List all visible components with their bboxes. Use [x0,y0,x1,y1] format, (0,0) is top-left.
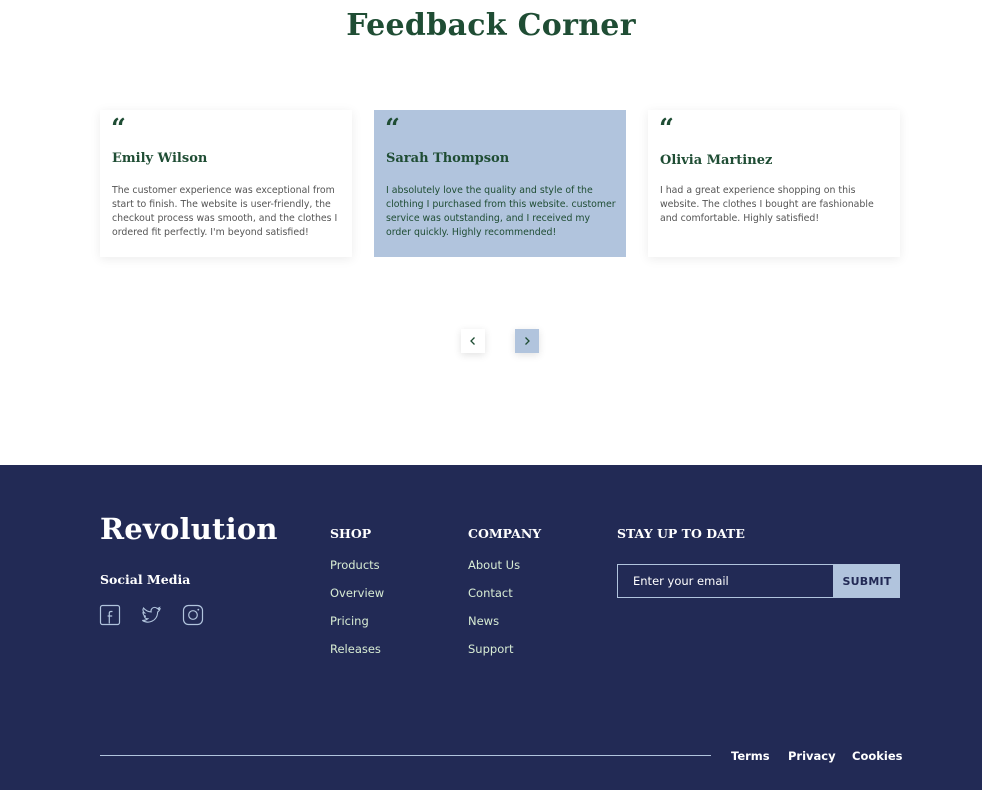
quote-icon: “ [111,114,126,144]
carousel-next-button[interactable] [515,329,539,353]
cookies-link[interactable]: Cookies [852,749,902,763]
quote-icon: “ [659,114,674,144]
quote-icon: “ [385,114,400,144]
social-media-heading: Social Media [100,572,191,587]
testimonial-card[interactable]: “ Emily Wilson The customer experience w… [100,110,352,257]
chevron-left-icon [470,337,475,345]
terms-link[interactable]: Terms [731,749,770,763]
footer-link-news[interactable]: News [468,614,499,628]
footer-link-overview[interactable]: Overview [330,586,384,600]
footer-link-releases[interactable]: Releases [330,642,381,656]
submit-button[interactable]: SUBMIT [834,564,900,598]
review-text: I absolutely love the quality and style … [386,185,616,238]
testimonial-card-active[interactable]: “ Sarah Thompson I absolutely love the q… [374,110,626,257]
section-title: Feedback Corner [346,8,636,43]
footer-link-about-us[interactable]: About Us [468,558,520,572]
brand-logo[interactable]: Revolution [100,512,278,546]
footer-link-support[interactable]: Support [468,642,513,656]
footer-link-contact[interactable]: Contact [468,586,513,600]
shop-heading: SHOP [330,526,372,541]
newsletter-heading: STAY UP TO DATE [617,526,745,541]
twitter-icon[interactable] [140,604,162,626]
privacy-link[interactable]: Privacy [788,749,836,763]
chevron-right-icon [525,337,530,345]
reviewer-name: Sarah Thompson [386,151,510,166]
footer-divider [100,755,711,756]
footer-link-pricing[interactable]: Pricing [330,614,369,628]
instagram-icon[interactable] [182,604,204,626]
review-text: The customer experience was exceptional … [112,185,338,238]
site-footer: Revolution Social Media SHOP Products Ov… [0,465,982,790]
facebook-icon[interactable] [99,604,121,626]
email-input[interactable] [617,564,834,598]
reviewer-name: Olivia Martinez [660,153,773,168]
review-text: I had a great experience shopping on thi… [660,185,874,224]
testimonial-card[interactable]: “ Olivia Martinez I had a great experien… [648,110,900,257]
reviewer-name: Emily Wilson [112,151,208,166]
company-heading: COMPANY [468,526,542,541]
footer-link-products[interactable]: Products [330,558,380,572]
carousel-prev-button[interactable] [461,329,485,353]
